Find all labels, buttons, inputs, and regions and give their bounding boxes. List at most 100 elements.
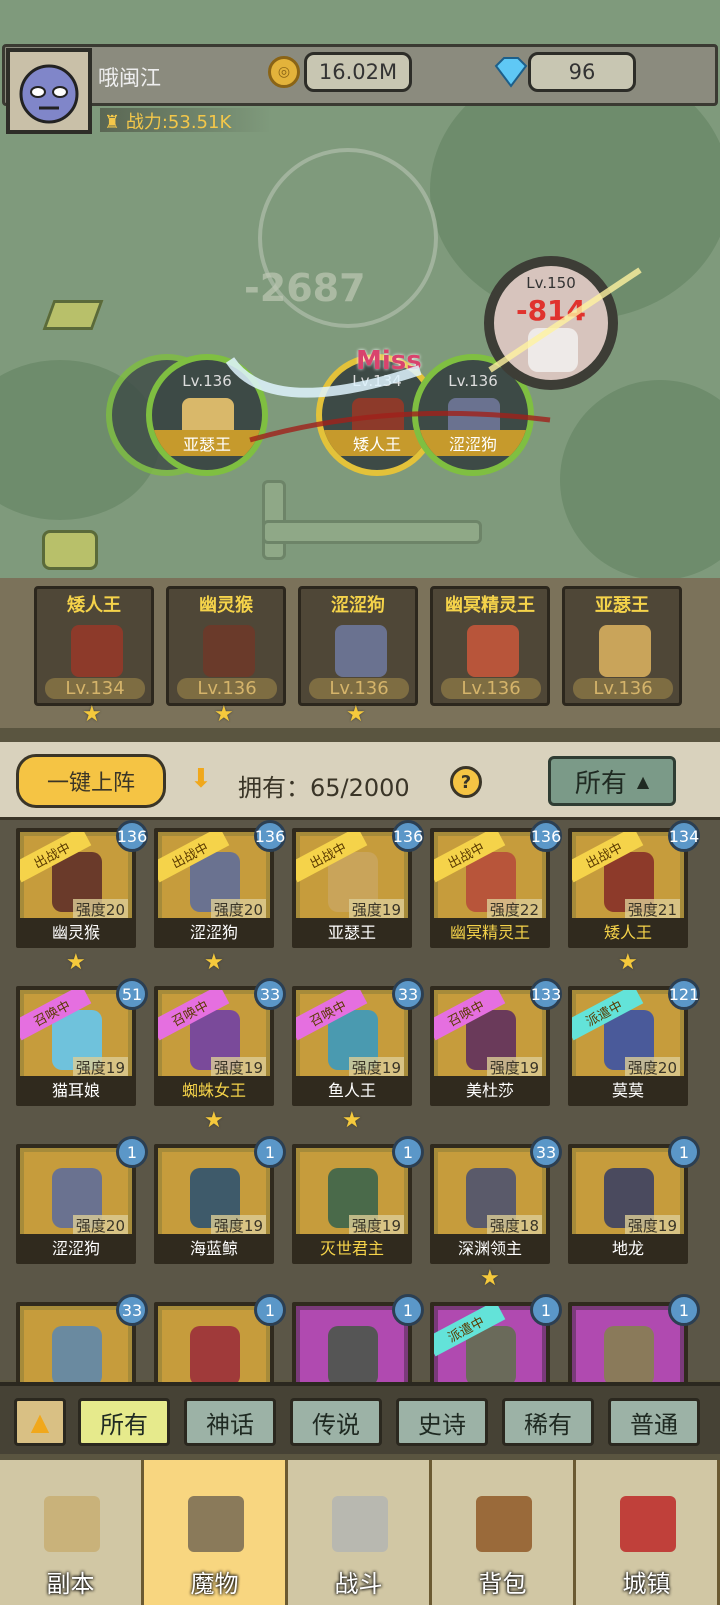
rarity-common[interactable]: 普通 xyxy=(608,1398,700,1446)
rarity-all[interactable]: 所有 xyxy=(78,1398,170,1446)
level-badge: 121 xyxy=(668,978,700,1010)
map-house-icon xyxy=(42,300,104,330)
monster-card[interactable]: 召唤中 强度19 猫耳娘 xyxy=(16,986,136,1106)
squad-sprite-icon xyxy=(203,625,255,677)
squad-card[interactable]: 矮人王 Lv.134 xyxy=(34,586,154,706)
squad-card[interactable]: 幽灵猴 Lv.136 xyxy=(166,586,286,706)
nav-label: 战斗 xyxy=(334,1570,383,1598)
monster-sprite-icon xyxy=(190,1326,240,1386)
monster-name: 灭世君主 xyxy=(296,1234,408,1260)
monster-name: 幽灵猴 xyxy=(20,918,132,944)
monster-strength: 强度19 xyxy=(210,1057,266,1078)
monster-strength: 强度20 xyxy=(72,899,128,920)
shop-icon xyxy=(620,1496,676,1552)
monster-panel: 一键上阵 ⬇ 拥有：65/2000 ? 所有 ▲ 出战中 强度20 幽灵猴 出战中 强度… xyxy=(0,742,720,1422)
level-badge: 1 xyxy=(668,1136,700,1168)
squad-card[interactable]: 亚瑟王 Lv.136 xyxy=(562,586,682,706)
monster-card[interactable]: 强度20 涩涩狗 xyxy=(16,1144,136,1264)
monster-card[interactable]: 出战中 强度22 幽冥精灵王 xyxy=(430,828,550,948)
monster-card[interactable]: 强度19 海蓝鲸 xyxy=(154,1144,274,1264)
squad-card[interactable]: 幽冥精灵王 Lv.136 xyxy=(430,586,550,706)
level-badge: 33 xyxy=(530,1136,562,1168)
slash-effect-icon xyxy=(225,267,642,443)
rarity-legendary[interactable]: 传说 xyxy=(290,1398,382,1446)
collapse-button[interactable]: ▲ xyxy=(14,1398,66,1446)
nav-town[interactable]: 城镇 xyxy=(576,1460,720,1605)
monster-card[interactable]: 出战中 强度21 矮人王 xyxy=(568,828,688,948)
map-house-icon xyxy=(42,530,98,570)
monster-name: 地龙 xyxy=(572,1234,684,1260)
monster-name: 深渊领主 xyxy=(434,1234,546,1260)
monster-card[interactable]: 派遣中 强度20 莫莫 xyxy=(568,986,688,1106)
monster-strength: 强度19 xyxy=(348,899,404,920)
owned-count: 拥有：65/2000 xyxy=(238,774,410,802)
squad-sprite-icon xyxy=(467,625,519,677)
monster-card[interactable]: 强度19 灭世君主 xyxy=(292,1144,412,1264)
auto-deploy-button[interactable]: 一键上阵 xyxy=(16,754,166,808)
star-icon: ★ xyxy=(342,1108,362,1133)
arrow-down-icon: ⬇ xyxy=(190,764,212,794)
monster-strength: 强度21 xyxy=(624,899,680,920)
star-icon: ★ xyxy=(66,950,86,975)
nav-label: 城镇 xyxy=(622,1570,671,1598)
level-badge: 136 xyxy=(392,820,424,852)
nav-label: 背包 xyxy=(478,1570,527,1598)
squad-name: 矮人王 xyxy=(67,595,121,616)
monster-name: 蜘蛛女王 xyxy=(158,1076,270,1102)
monster-card[interactable]: 召唤中 强度19 鱼人王 xyxy=(292,986,412,1106)
monster-card[interactable]: 出战中 强度20 幽灵猴 xyxy=(16,828,136,948)
combat-power: ♜ 战力:53.51K xyxy=(100,108,272,133)
squad-sprite-icon xyxy=(599,625,651,677)
star-icon: ★ xyxy=(480,1266,500,1291)
squad-level: Lv.136 xyxy=(177,678,277,699)
monster-card[interactable]: 强度19 地龙 xyxy=(568,1144,688,1264)
level-badge: 134 xyxy=(668,820,700,852)
avatar[interactable] xyxy=(6,48,92,134)
level-badge: 33 xyxy=(116,1294,148,1326)
squad-name: 幽冥精灵王 xyxy=(445,595,535,616)
nav-dungeon[interactable]: 副本 xyxy=(0,1460,144,1605)
monster-sprite-icon xyxy=(328,1326,378,1386)
monster-strength: 强度20 xyxy=(210,899,266,920)
level-badge: 1 xyxy=(530,1294,562,1326)
help-button[interactable]: ? xyxy=(450,766,482,798)
monster-name: 鱼人王 xyxy=(296,1076,408,1102)
squad-card[interactable]: 涩涩狗 Lv.136 xyxy=(298,586,418,706)
level-badge: 136 xyxy=(254,820,286,852)
monster-card[interactable]: 召唤中 强度19 蜘蛛女王 xyxy=(154,986,274,1106)
squad-level: Lv.134 xyxy=(45,678,145,699)
squad-level: Lv.136 xyxy=(573,678,673,699)
star-icon: ★ xyxy=(204,950,224,975)
monster-strength: 强度19 xyxy=(72,1057,128,1078)
nav-monsters[interactable]: 魔物 xyxy=(144,1460,288,1605)
squad-name: 亚瑟王 xyxy=(595,595,649,616)
filter-dropdown[interactable]: 所有 ▲ xyxy=(548,756,676,806)
monster-strength: 强度20 xyxy=(624,1057,680,1078)
monster-strength: 强度19 xyxy=(210,1215,266,1236)
gold-amount[interactable]: 16.02M xyxy=(304,52,412,92)
rarity-mythic[interactable]: 神话 xyxy=(184,1398,276,1446)
monster-name: 亚瑟王 xyxy=(296,918,408,944)
star-icon: ★ xyxy=(346,702,366,727)
monster-card[interactable]: 出战中 强度19 亚瑟王 xyxy=(292,828,412,948)
level-badge: 33 xyxy=(392,978,424,1010)
monster-card[interactable]: 强度18 深渊领主 xyxy=(430,1144,550,1264)
monster-strength: 强度19 xyxy=(348,1057,404,1078)
gem-amount[interactable]: 96 xyxy=(528,52,636,92)
monster-card[interactable]: 出战中 强度20 涩涩狗 xyxy=(154,828,274,948)
monster-name: 涩涩狗 xyxy=(158,918,270,944)
nav-battle[interactable]: 战斗 xyxy=(288,1460,432,1605)
monster-strength: 强度18 xyxy=(486,1215,542,1236)
level-badge: 136 xyxy=(116,820,148,852)
nav-backpack[interactable]: 背包 xyxy=(432,1460,576,1605)
squad-name: 涩涩狗 xyxy=(331,595,385,616)
monster-name: 幽冥精灵王 xyxy=(434,918,546,944)
rarity-epic[interactable]: 史诗 xyxy=(396,1398,488,1446)
level-badge: 136 xyxy=(530,820,562,852)
player-bar: 哦闽江 ♜ 战力:53.51K ◎ 16.02M 96 xyxy=(2,44,718,134)
rarity-rare[interactable]: 稀有 xyxy=(502,1398,594,1446)
squad-level: Lv.136 xyxy=(441,678,541,699)
monster-card[interactable]: 召唤中 强度19 美杜莎 xyxy=(430,986,550,1106)
gold-coin-icon: ◎ xyxy=(268,56,300,88)
level-badge: 51 xyxy=(116,978,148,1010)
